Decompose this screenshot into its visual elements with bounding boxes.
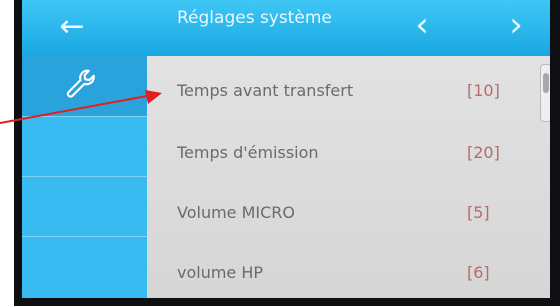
settings-list: Temps avant transfert [10] Temps d'émiss…: [147, 56, 550, 298]
setting-row-mic-volume[interactable]: Volume MICRO [5]: [147, 186, 537, 244]
sidebar-divider: [22, 236, 147, 237]
setting-row-emission-time[interactable]: Temps d'émission [20]: [147, 126, 537, 184]
setting-value: [10]: [467, 81, 500, 100]
setting-value: [20]: [467, 143, 500, 162]
sidebar: [22, 56, 147, 298]
page-title: Réglages système: [177, 8, 332, 28]
setting-label: volume HP: [177, 263, 264, 282]
back-button[interactable]: ←: [44, 4, 100, 50]
wrench-icon: [66, 69, 95, 98]
top-bar: ← Réglages système ‹ ›: [22, 0, 550, 56]
arrow-left-icon: ←: [59, 9, 85, 44]
sidebar-divider: [22, 116, 147, 117]
chevron-right-icon: ›: [509, 5, 523, 45]
sidebar-divider: [22, 176, 147, 177]
next-page-button[interactable]: ›: [496, 8, 536, 48]
setting-row-speaker-volume[interactable]: volume HP [6]: [147, 246, 537, 298]
setting-value: [5]: [467, 203, 490, 222]
setting-label: Temps d'émission: [177, 143, 319, 162]
previous-page-button[interactable]: ‹: [402, 8, 442, 48]
scrollbar-thumb[interactable]: [543, 73, 549, 93]
scrollbar[interactable]: [540, 64, 550, 122]
device-screen: ← Réglages système ‹ › Temps avant trans…: [22, 0, 550, 298]
setting-label: Volume MICRO: [177, 203, 295, 222]
chevron-left-icon: ‹: [415, 5, 429, 45]
setting-value: [6]: [467, 263, 490, 282]
setting-row-transfer-delay[interactable]: Temps avant transfert [10]: [147, 64, 537, 122]
setting-label: Temps avant transfert: [177, 81, 354, 100]
sidebar-item-settings[interactable]: [22, 56, 147, 116]
